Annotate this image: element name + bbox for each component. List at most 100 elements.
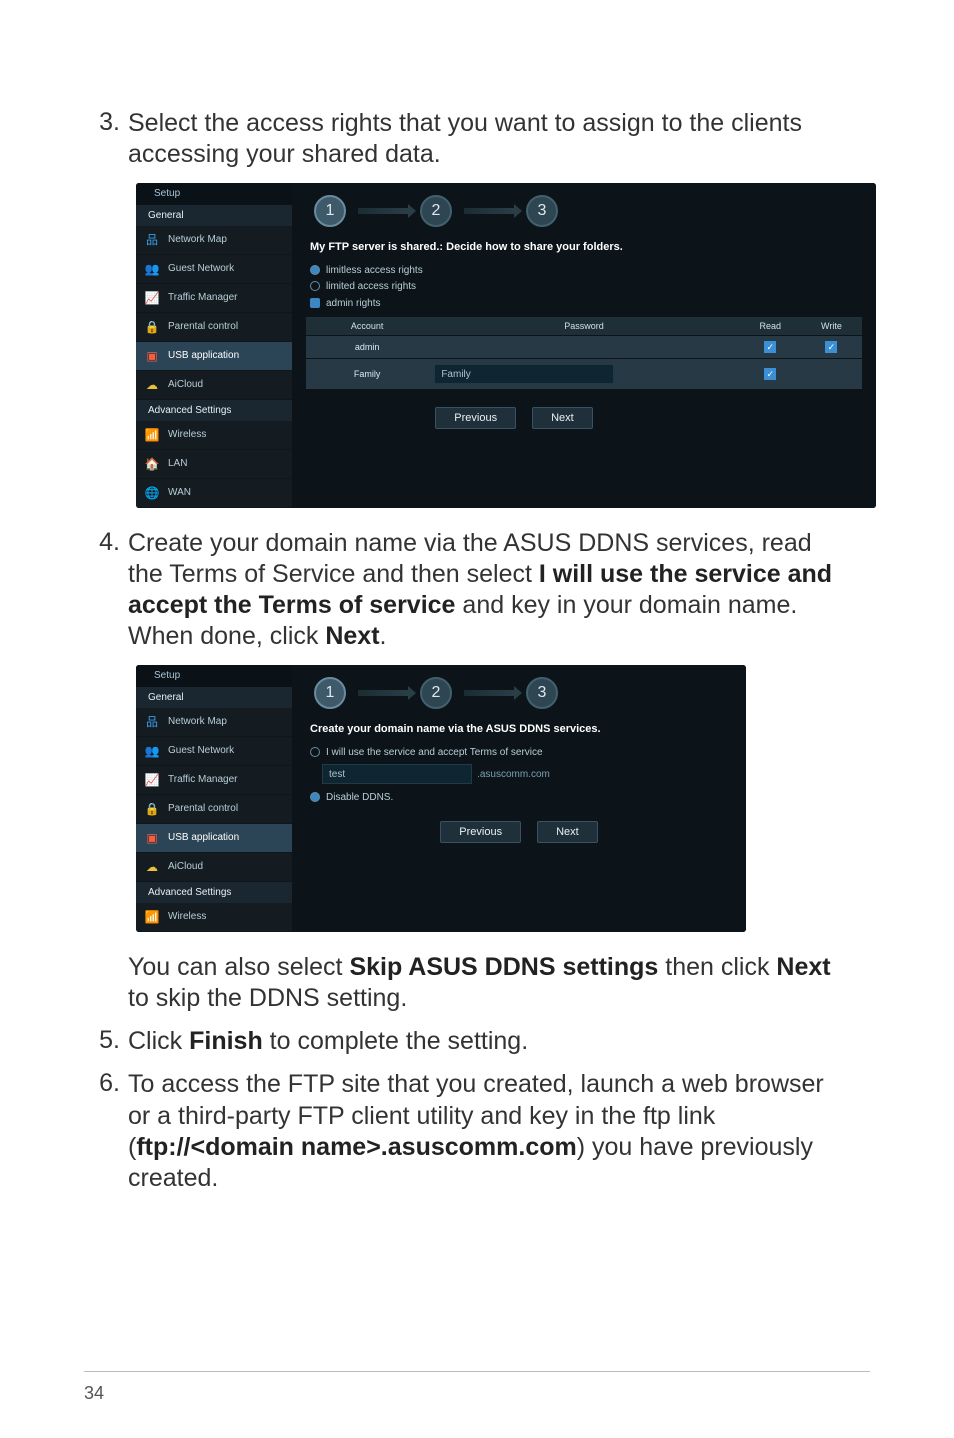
- toolbar-label: Setup: [136, 665, 292, 687]
- radio-label: limitless access rights: [326, 265, 423, 276]
- wan-icon: 🌐: [144, 485, 160, 501]
- col-password: Password: [428, 317, 739, 336]
- step-circle-3: 3: [526, 195, 558, 227]
- t: to skip the DDNS setting.: [128, 984, 407, 1012]
- lock-icon: 🔒: [144, 801, 160, 817]
- step3-text-b: accessing your shared data.: [128, 140, 441, 168]
- sidebar-item-usb[interactable]: ▣ USB application: [136, 342, 292, 371]
- table-row: admin ✓ ✓: [306, 335, 862, 358]
- admin-rights-label: admin rights: [326, 298, 380, 309]
- step-3-num: 3.: [84, 108, 128, 171]
- step-5-body: Click Finish to complete the setting.: [128, 1026, 870, 1057]
- checkbox-icon[interactable]: ✓: [825, 341, 837, 353]
- button-row: Previous Next: [166, 407, 862, 429]
- toolbar-label: Setup: [136, 183, 292, 205]
- t-bold: Skip ASUS DDNS settings: [349, 953, 658, 981]
- step-3: 3. Select the access rights that you wan…: [84, 108, 870, 171]
- radio-icon: [310, 792, 320, 802]
- domain-input[interactable]: test: [322, 764, 472, 784]
- t-bold: Finish: [189, 1027, 263, 1055]
- sidebar-item-wan[interactable]: 🌐 WAN: [136, 479, 292, 508]
- t: You can also select: [128, 953, 349, 981]
- sidebar-item-label: USB application: [168, 350, 239, 361]
- radio-limitless[interactable]: limitless access rights: [310, 265, 862, 276]
- sidebar: Setup General 品 Network Map 👥 Guest Netw…: [136, 183, 292, 508]
- traffic-icon: 📈: [144, 290, 160, 306]
- step-circle-1: 1: [314, 195, 346, 227]
- t-bold: Next: [776, 953, 830, 981]
- guest-icon: 👥: [144, 261, 160, 277]
- sidebar-item-netmap[interactable]: 品 Network Map: [136, 226, 292, 255]
- sidebar-item-aicloud[interactable]: ☁ AiCloud: [136, 853, 292, 882]
- t-bold: I will use the service and: [539, 560, 832, 588]
- step-4-num: 4.: [84, 528, 128, 653]
- t: then click: [658, 953, 776, 981]
- sidebar-item-netmap[interactable]: 品 Network Map: [136, 708, 292, 737]
- step-3-body: Select the access rights that you want t…: [128, 108, 870, 171]
- t: ) you have previously: [577, 1133, 813, 1161]
- sidebar-item-guest[interactable]: 👥 Guest Network: [136, 255, 292, 284]
- sidebar-item-wireless[interactable]: 📶 Wireless: [136, 903, 292, 932]
- sidebar-item-label: Guest Network: [168, 263, 234, 274]
- t: When done, click: [128, 622, 325, 650]
- radio-limited[interactable]: limited access rights: [310, 281, 862, 292]
- step-circle-2: 2: [420, 195, 452, 227]
- col-read: Read: [740, 317, 801, 336]
- wireless-icon: 📶: [144, 909, 160, 925]
- previous-button[interactable]: Previous: [440, 821, 521, 843]
- password-field[interactable]: Family: [434, 364, 614, 384]
- next-button[interactable]: Next: [537, 821, 598, 843]
- t: To access the FTP site that you created,…: [128, 1070, 824, 1098]
- domain-input-row: test .asuscomm.com: [322, 764, 732, 784]
- cell-read: ✓: [740, 358, 801, 389]
- cloud-icon: ☁: [144, 377, 160, 393]
- next-button[interactable]: Next: [532, 407, 593, 429]
- t-bold: Next: [325, 622, 379, 650]
- radio-label: Disable DDNS.: [326, 792, 393, 803]
- step-4-body: Create your domain name via the ASUS DDN…: [128, 528, 870, 653]
- cell-password: [428, 335, 739, 358]
- checkbox-icon[interactable]: ✓: [764, 368, 776, 380]
- step-5-num: 5.: [84, 1026, 128, 1057]
- step-arrow: [464, 208, 514, 214]
- sidebar-item-traffic[interactable]: 📈 Traffic Manager: [136, 284, 292, 313]
- sidebar-item-traffic[interactable]: 📈 Traffic Manager: [136, 766, 292, 795]
- t: or a third-party FTP client utility and …: [128, 1102, 715, 1130]
- sidebar-item-parental[interactable]: 🔒 Parental control: [136, 313, 292, 342]
- radio-accept-tos[interactable]: I will use the service and accept Terms …: [310, 747, 732, 758]
- sidebar-item-usb[interactable]: ▣ USB application: [136, 824, 292, 853]
- traffic-icon: 📈: [144, 772, 160, 788]
- sidebar-item-lan[interactable]: 🏠 LAN: [136, 450, 292, 479]
- pane-heading: My FTP server is shared.: Decide how to …: [310, 241, 862, 253]
- sidebar-item-guest[interactable]: 👥 Guest Network: [136, 737, 292, 766]
- cloud-icon: ☁: [144, 859, 160, 875]
- step-4: 4. Create your domain name via the ASUS …: [84, 528, 870, 653]
- main-pane: 1 2 3 My FTP server is shared.: Decide h…: [292, 183, 876, 508]
- radio-disable-ddns[interactable]: Disable DDNS.: [310, 792, 732, 803]
- footer-divider: [84, 1371, 870, 1372]
- sidebar-item-label: Traffic Manager: [168, 292, 237, 303]
- t: Create your domain name via the ASUS DDN…: [128, 529, 812, 557]
- radio-icon: [310, 281, 320, 291]
- sidebar-item-aicloud[interactable]: ☁ AiCloud: [136, 371, 292, 400]
- toggle-icon: [310, 298, 320, 308]
- checkbox-icon[interactable]: ✓: [764, 341, 776, 353]
- step-5: 5. Click Finish to complete the setting.: [84, 1026, 870, 1057]
- radio-icon: [310, 747, 320, 757]
- cell-read: ✓: [740, 335, 801, 358]
- sidebar-item-label: Network Map: [168, 234, 227, 245]
- step-6-body: To access the FTP site that you created,…: [128, 1069, 870, 1194]
- cell-write: [801, 358, 862, 389]
- section-general-title: General: [136, 205, 292, 226]
- sidebar-item-label: Wireless: [168, 911, 206, 922]
- t: to complete the setting.: [263, 1027, 528, 1055]
- previous-button[interactable]: Previous: [435, 407, 516, 429]
- step3-text-a: Select the access rights that you want t…: [128, 109, 802, 137]
- sidebar-item-parental[interactable]: 🔒 Parental control: [136, 795, 292, 824]
- admin-rights[interactable]: admin rights: [310, 298, 862, 309]
- netmap-icon: 品: [144, 714, 160, 730]
- t: .: [380, 622, 387, 650]
- sidebar-item-label: Parental control: [168, 321, 238, 332]
- col-write: Write: [801, 317, 862, 336]
- usb-icon: ▣: [144, 830, 160, 846]
